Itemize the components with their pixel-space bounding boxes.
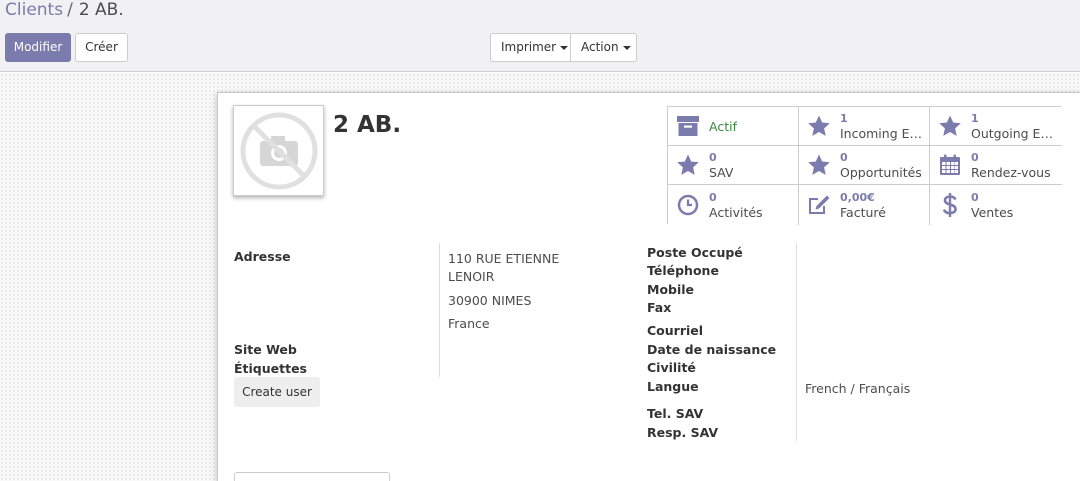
- notebook-tab[interactable]: [234, 472, 390, 481]
- partner-avatar[interactable]: [233, 105, 324, 196]
- edit-button[interactable]: Modifier: [5, 33, 71, 62]
- phone-label: Téléphone: [647, 263, 719, 278]
- smart-buttons-box: Actif 1 Incoming Em… 1 Outgoing Em… 0 SAV 0…: [667, 106, 1062, 225]
- caret-down-icon: [560, 45, 569, 50]
- incoming-emails-button[interactable]: 1 Incoming Em…: [799, 107, 930, 146]
- sav-button[interactable]: 0 SAV: [668, 146, 799, 185]
- city-zip-field: 30900 NIMES: [448, 293, 532, 308]
- job-position-label: Poste Occupé: [647, 245, 743, 260]
- smart-button-label: SAV: [709, 165, 734, 180]
- smart-button-label: Opportunités: [840, 165, 922, 180]
- action-dropdown[interactable]: Action: [571, 33, 637, 62]
- birthdate-label: Date de naissance: [647, 342, 777, 357]
- address-label: Adresse: [234, 249, 291, 264]
- column-divider: [796, 243, 797, 441]
- activities-button[interactable]: 0 Activités: [668, 185, 799, 225]
- smart-button-count: 0: [709, 151, 717, 164]
- outgoing-emails-button[interactable]: 1 Outgoing Em…: [930, 107, 1062, 146]
- smart-button-label: Activités: [709, 205, 763, 220]
- smart-button-label: Ventes: [971, 205, 1014, 220]
- smart-button-count: 0: [709, 191, 717, 204]
- street-field: 110 RUE ETIENNE: [448, 251, 560, 266]
- website-label: Site Web: [234, 342, 297, 357]
- clock-icon: [676, 193, 700, 217]
- star-icon: [807, 114, 831, 138]
- email-label: Courriel: [647, 323, 704, 338]
- control-panel: Clients/2 AB. Modifier Créer Imprimer Ac…: [0, 0, 1080, 72]
- create-user-button[interactable]: Create user: [234, 377, 320, 407]
- smart-button-label: Facturé: [840, 205, 886, 220]
- tags-label: Étiquettes: [234, 361, 307, 376]
- invoiced-button[interactable]: 0,00€ Facturé: [799, 185, 930, 225]
- action-dropdown-label: Action: [581, 40, 619, 54]
- sidebar-button-group: Imprimer Action: [490, 33, 637, 62]
- breadcrumb: Clients/2 AB.: [5, 0, 124, 22]
- smart-button-count: 0,00€: [840, 191, 875, 204]
- print-dropdown-label: Imprimer: [501, 40, 557, 54]
- edit-icon: [807, 193, 831, 217]
- partner-name: 2 AB.: [333, 112, 402, 138]
- language-field: French / Français: [805, 381, 911, 396]
- star-icon: [938, 114, 962, 138]
- title-label: Civilité: [647, 360, 696, 375]
- dollar-icon: [938, 193, 962, 217]
- sav-phone-label: Tel. SAV: [647, 406, 704, 421]
- fax-label: Fax: [647, 300, 672, 315]
- smart-button-count: 1: [971, 112, 979, 125]
- active-toggle-button[interactable]: Actif: [668, 107, 799, 146]
- calendar-icon: [938, 153, 962, 177]
- archive-icon: [676, 114, 700, 138]
- smart-button-label: Outgoing Em…: [971, 126, 1062, 141]
- star-icon: [676, 153, 700, 177]
- smart-button-count: 0: [840, 151, 848, 164]
- smart-button-count: 0: [971, 151, 979, 164]
- breadcrumb-clients-link[interactable]: Clients: [5, 0, 63, 20]
- smart-button-count: 0: [971, 191, 979, 204]
- smart-button-label: Incoming Em…: [840, 126, 929, 141]
- sav-responsible-label: Resp. SAV: [647, 425, 719, 440]
- smart-button-count: 1: [840, 112, 848, 125]
- smart-button-label: Rendez-vous: [971, 165, 1051, 180]
- no-photo-camera-icon: [240, 112, 317, 189]
- smart-button-label: Actif: [709, 118, 737, 134]
- sales-button[interactable]: 0 Ventes: [930, 185, 1062, 225]
- mobile-label: Mobile: [647, 282, 695, 297]
- street2-field: LENOIR: [448, 269, 495, 284]
- country-field: France: [448, 316, 490, 331]
- caret-down-icon: [622, 45, 631, 50]
- breadcrumb-separator: /: [67, 0, 73, 20]
- breadcrumb-current: 2 AB.: [78, 0, 124, 20]
- print-dropdown[interactable]: Imprimer: [490, 33, 571, 62]
- create-button[interactable]: Créer: [75, 33, 128, 62]
- column-divider: [439, 243, 440, 377]
- opportunities-button[interactable]: 0 Opportunités: [799, 146, 930, 185]
- star-icon: [807, 153, 831, 177]
- meetings-button[interactable]: 0 Rendez-vous: [930, 146, 1062, 185]
- language-label: Langue: [647, 379, 699, 394]
